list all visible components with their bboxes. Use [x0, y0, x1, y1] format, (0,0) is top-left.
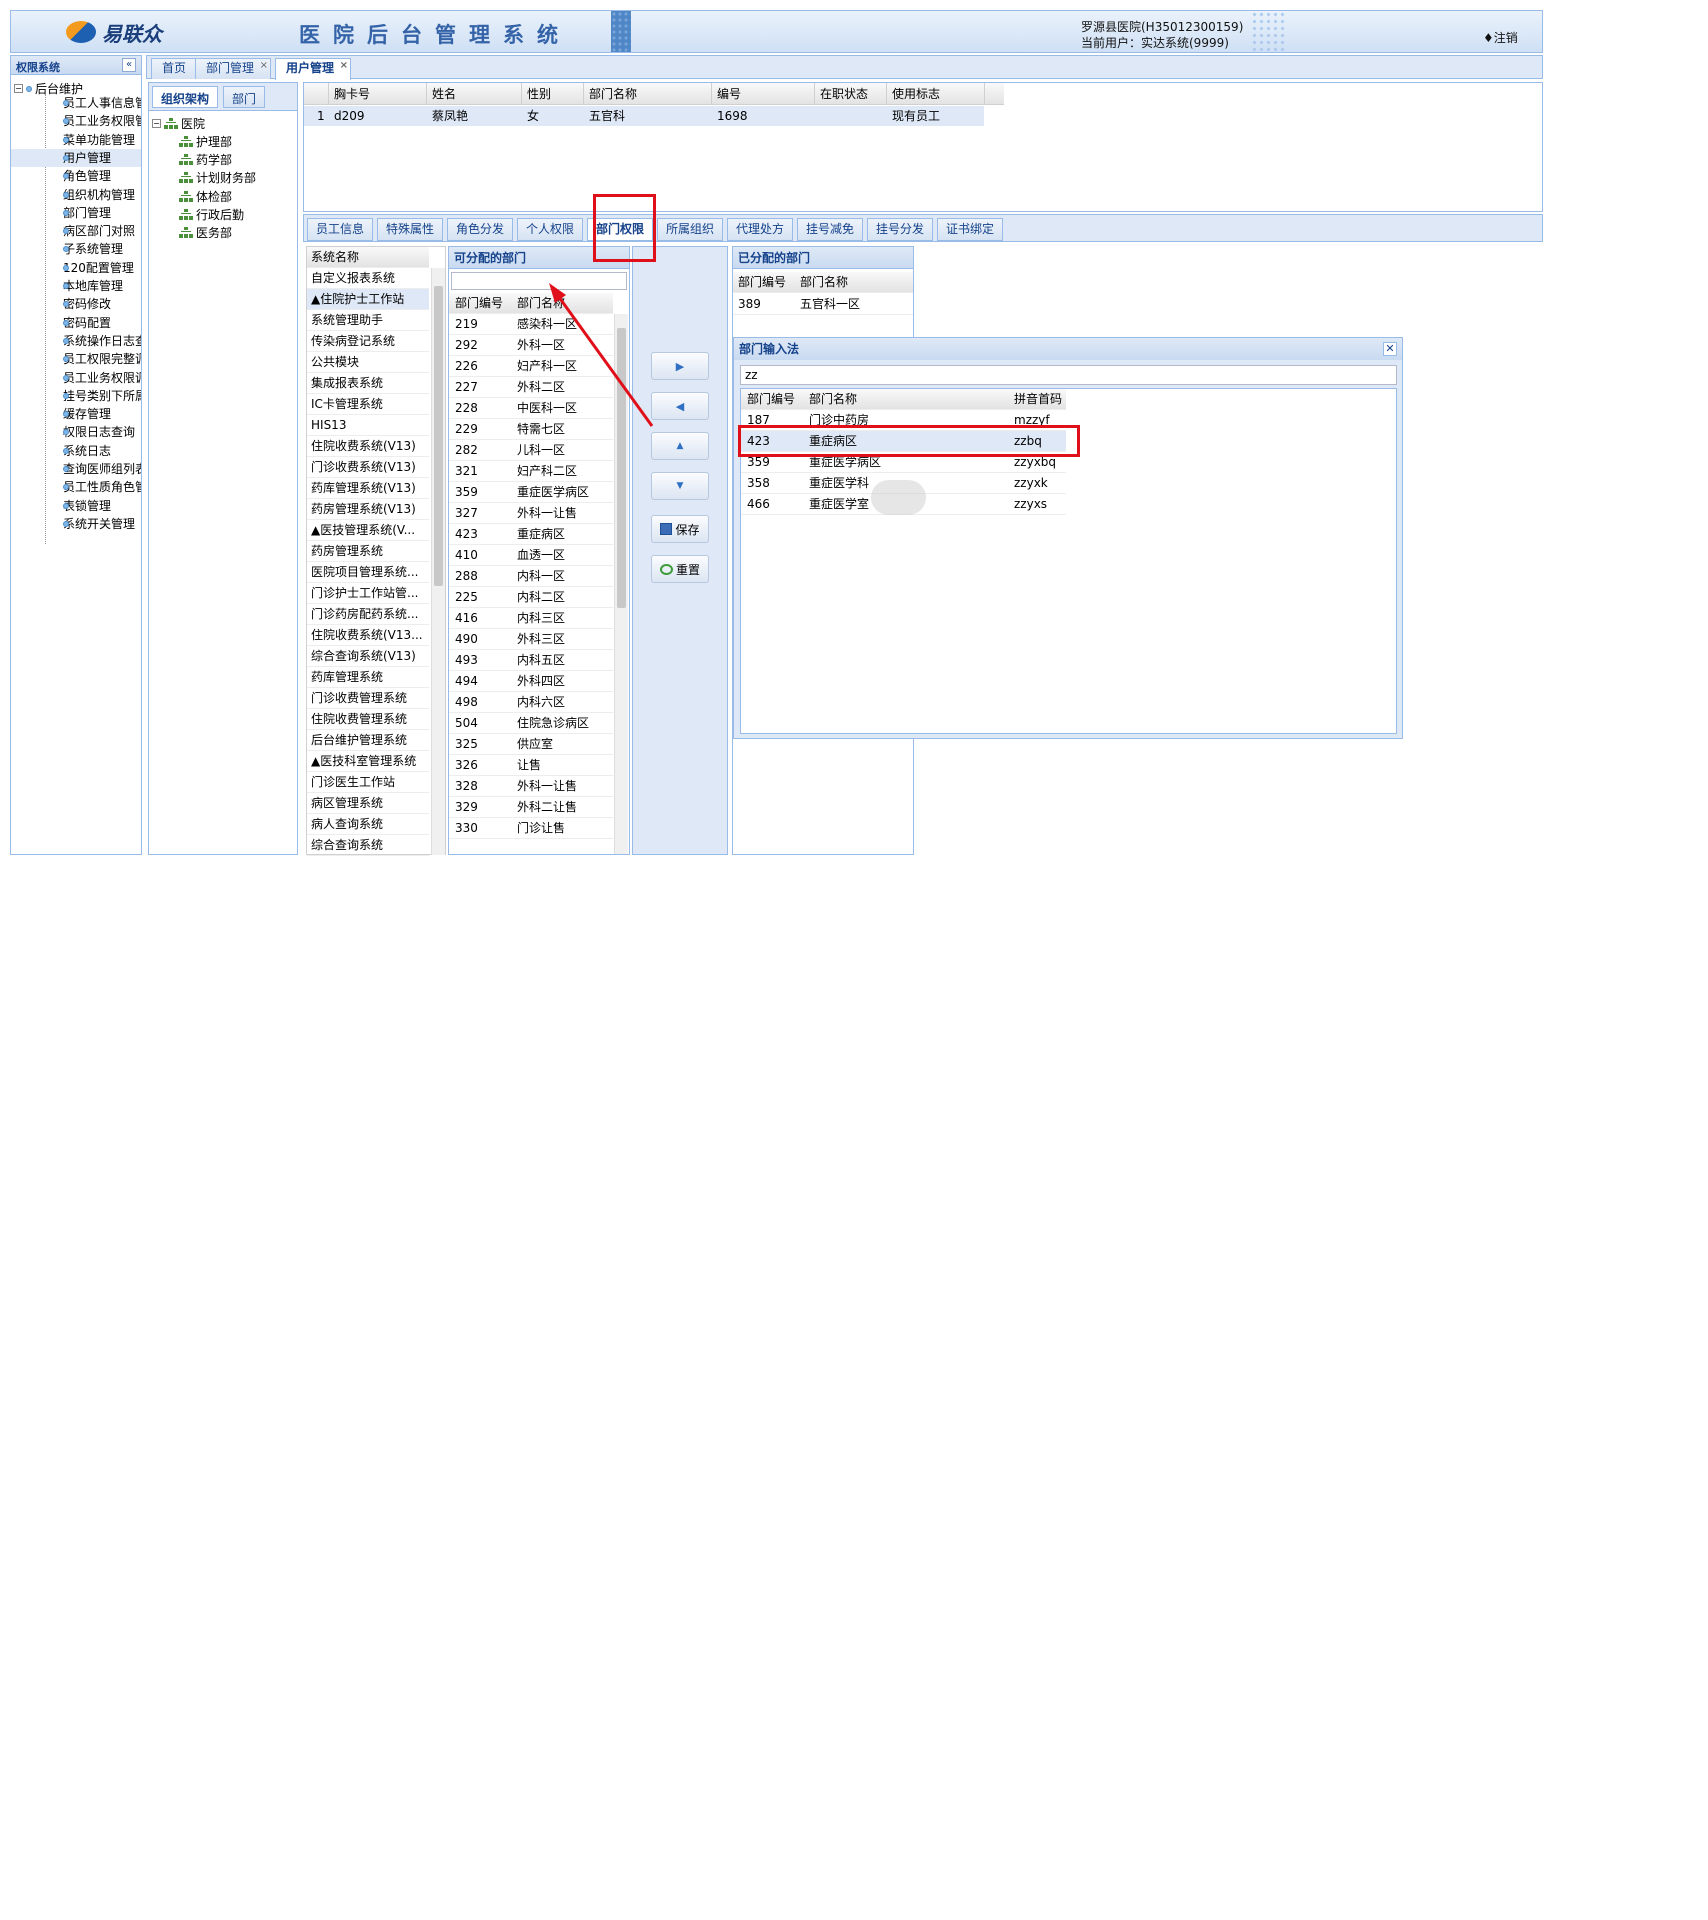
annotation-arrow — [549, 283, 654, 427]
arrow-line — [554, 292, 654, 427]
app-window: 易联众 医院后台管理系统 罗源县医院(H35012300159) 当前用户：实达… — [0, 0, 1708, 1920]
arrow-head — [549, 283, 566, 303]
